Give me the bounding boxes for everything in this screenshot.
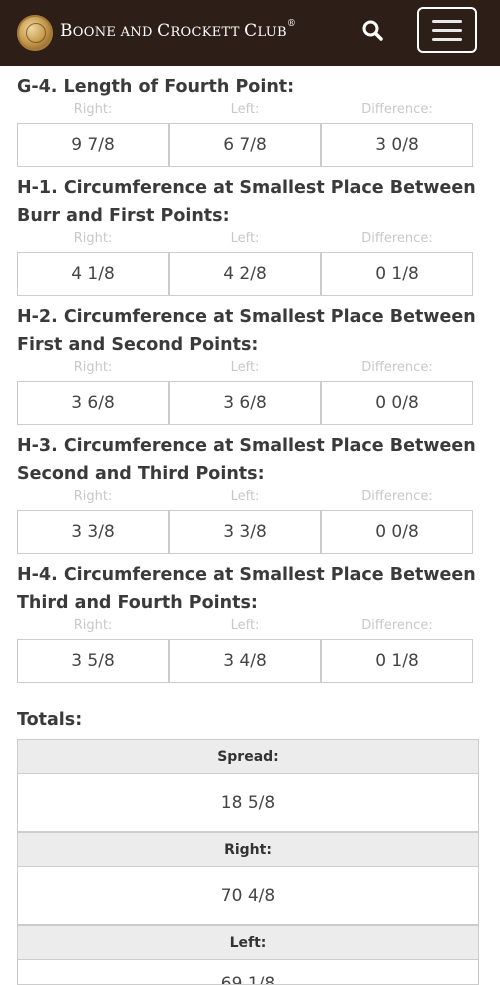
title-line: Second and Third Points: — [17, 464, 265, 484]
totals-left-label: Left: — [17, 925, 479, 960]
col-label-difference: Difference: — [361, 489, 433, 504]
totals-left-value: 69 1/8 — [17, 960, 479, 985]
value-difference: 3 0/8 — [321, 123, 473, 167]
title-line: H-3. Circumference at Smallest Place Bet… — [17, 436, 476, 456]
value-difference: 0 0/8 — [321, 381, 473, 425]
col-label-left: Left: — [230, 102, 260, 117]
brand-letter: C — [157, 21, 171, 41]
hamburger-icon — [432, 29, 462, 32]
value-difference: 0 1/8 — [321, 252, 473, 296]
totals-right-label: Right: — [17, 832, 479, 867]
section-title-h4: H-4. Circumference at Smallest Place Bet… — [17, 561, 483, 617]
value-left: 3 3/8 — [169, 510, 321, 554]
section-title-g4: G-4. Length of Fourth Point: — [17, 77, 295, 97]
hamburger-icon — [432, 20, 462, 23]
value-left: 3 6/8 — [169, 381, 321, 425]
col-label-right: Right: — [73, 102, 113, 117]
totals-right-value: 70 4/8 — [17, 867, 479, 925]
search-button[interactable] — [360, 18, 386, 44]
col-label-right: Right: — [73, 360, 113, 375]
menu-button[interactable] — [417, 7, 477, 53]
brand-letter: B — [60, 21, 73, 41]
section-title-h1: H-1. Circumference at Smallest Place Bet… — [17, 174, 483, 230]
registered-mark: ® — [286, 19, 297, 29]
title-line: First and Second Points: — [17, 335, 259, 355]
title-line: Third and Fourth Points: — [17, 593, 258, 613]
title-line: H-4. Circumference at Smallest Place Bet… — [17, 565, 476, 585]
brand-name[interactable]: BOONE AND CROCKETT CLUB® — [60, 19, 297, 41]
section-title-h2: H-2. Circumference at Smallest Place Bet… — [17, 303, 483, 359]
value-left: 6 7/8 — [169, 123, 321, 167]
value-right: 3 6/8 — [17, 381, 169, 425]
value-right: 9 7/8 — [17, 123, 169, 167]
col-label-difference: Difference: — [361, 102, 433, 117]
col-label-difference: Difference: — [361, 360, 433, 375]
title-line: H-1. Circumference at Smallest Place Bet… — [17, 178, 476, 198]
brand-text: OONE AND — [72, 25, 158, 40]
totals-spread-value: 18 5/8 — [17, 774, 479, 832]
col-label-right: Right: — [73, 489, 113, 504]
value-difference: 0 1/8 — [321, 639, 473, 683]
col-label-difference: Difference: — [361, 231, 433, 246]
brand-text: LUB — [257, 25, 287, 40]
title-line: H-2. Circumference at Smallest Place Bet… — [17, 307, 476, 327]
col-label-left: Left: — [230, 489, 260, 504]
value-right: 3 5/8 — [17, 639, 169, 683]
value-right: 3 3/8 — [17, 510, 169, 554]
search-icon — [362, 20, 383, 41]
col-label-left: Left: — [230, 618, 260, 633]
section-title-h3: H-3. Circumference at Smallest Place Bet… — [17, 432, 483, 488]
club-logo[interactable] — [17, 15, 53, 51]
site-header: BOONE AND CROCKETT CLUB® — [0, 0, 500, 66]
value-right: 4 1/8 — [17, 252, 169, 296]
totals-spread-label: Spread: — [17, 739, 479, 774]
col-label-left: Left: — [230, 231, 260, 246]
col-label-difference: Difference: — [361, 618, 433, 633]
value-left: 3 4/8 — [169, 639, 321, 683]
value-left: 4 2/8 — [169, 252, 321, 296]
col-label-right: Right: — [73, 231, 113, 246]
col-label-right: Right: — [73, 618, 113, 633]
value-difference: 0 0/8 — [321, 510, 473, 554]
brand-text: ROCKETT — [170, 25, 245, 40]
title-line: Burr and First Points: — [17, 206, 230, 226]
brand-letter: C — [244, 21, 258, 41]
totals-title: Totals: — [17, 710, 83, 730]
hamburger-icon — [432, 38, 462, 41]
col-label-left: Left: — [230, 360, 260, 375]
